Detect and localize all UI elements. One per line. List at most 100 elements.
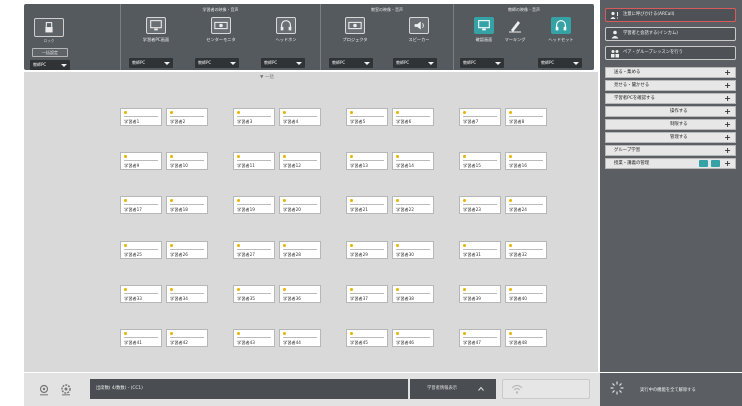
student-pc-tile[interactable]: 学習者12 [279,152,321,170]
status-dot [463,111,466,114]
student-pc-tile[interactable]: 学習者21 [346,196,388,214]
select-center-monitor[interactable]: 教師PC [195,58,239,68]
student-pc-tile[interactable]: 学習者34 [166,285,208,303]
tool-headphone[interactable]: ヘッドホン [261,17,311,43]
learner-info-display-button[interactable]: 学習者情報表示 [410,379,496,399]
student-name: 学習者35 [237,296,255,301]
menu-group-learning[interactable]: グループ学習 + [605,145,736,156]
student-pc-tile[interactable]: 学習者23 [459,196,501,214]
student-pc-tile[interactable]: 学習者39 [459,285,501,303]
student-pc-tile[interactable]: 学習者33 [120,285,162,303]
tool-center-monitor[interactable]: センターモニタ [196,17,246,43]
menu-operate[interactable]: 操作する + [605,106,736,117]
student-pc-tile[interactable]: 学習者19 [233,196,275,214]
intercom-button[interactable]: 学習者と会話する(インカム) [605,27,736,41]
all-settings-button[interactable]: 一括設定 [32,48,68,57]
status-dot [283,155,286,158]
lock-button[interactable] [34,18,64,37]
student-pc-tile[interactable]: 学習者48 [505,329,547,347]
tool-headset[interactable]: ヘッドセット [536,17,586,43]
arcall-button[interactable]: 注意に呼びかける(ARCall) [605,8,736,22]
student-pc-tile[interactable]: 学習者35 [233,285,275,303]
select-headset[interactable]: 教師PC [538,58,582,68]
student-name: 学習者20 [283,207,301,212]
feed-icon[interactable] [699,160,708,167]
student-pc-tile[interactable]: 学習者30 [392,241,434,259]
student-name: 学習者16 [509,163,527,168]
student-pc-tile[interactable]: 学習者10 [166,152,208,170]
student-pc-tile[interactable]: 学習者22 [392,196,434,214]
student-pc-tile[interactable]: 学習者36 [279,285,321,303]
student-pc-tile[interactable]: 学習者27 [233,241,275,259]
student-pc-tile[interactable]: 学習者28 [279,241,321,259]
status-dot [237,288,240,291]
student-pc-tile[interactable]: 学習者26 [166,241,208,259]
student-pc-tile[interactable]: 学習者15 [459,152,501,170]
release-all-area[interactable]: 実行中の機能を全て解除する [600,373,742,406]
menu-label: 授業・講義の管理 [614,161,650,166]
collapse-toggle[interactable]: ▼ 一括 [260,74,274,80]
student-name: 学習者17 [124,207,142,212]
divider [237,116,271,117]
student-pc-tile[interactable]: 学習者38 [392,285,434,303]
student-pc-tile[interactable]: 学習者32 [505,241,547,259]
student-pc-tile[interactable]: 学習者40 [505,285,547,303]
student-pc-tile[interactable]: 学習者6 [392,108,434,126]
student-pc-tile[interactable]: 学習者14 [392,152,434,170]
student-pc-tile[interactable]: 学習者37 [346,285,388,303]
select-confirm-screen[interactable]: 教師PC [460,58,504,68]
all-settings-select[interactable]: 教師PC [30,60,70,70]
select-projector[interactable]: 教師PC [329,58,373,68]
pen-icon[interactable] [711,160,720,167]
gear-icon[interactable] [60,383,72,397]
student-pc-tile[interactable]: 学習者13 [346,152,388,170]
select-speaker[interactable]: 教師PC [393,58,437,68]
student-pc-tile[interactable]: 学習者4 [279,108,321,126]
student-pc-tile[interactable]: 学習者46 [392,329,434,347]
student-pc-tile[interactable]: 学習者47 [459,329,501,347]
student-pc-tile[interactable]: 学習者43 [233,329,275,347]
status-dot [170,155,173,158]
student-pc-tile[interactable]: 学習者44 [279,329,321,347]
select-headphone[interactable]: 教師PC [261,58,305,68]
tool-speaker[interactable]: スピーカー [394,17,444,43]
menu-show-listen[interactable]: 見せる・聞かせる + [605,80,736,91]
menu-class-management[interactable]: 授業・講義の管理 + [605,158,736,169]
group-lesson-label: ペア・グループレッスンを行う [623,50,683,55]
student-pc-tile[interactable]: 学習者17 [120,196,162,214]
student-pc-tile[interactable]: 学習者41 [120,329,162,347]
student-pc-tile[interactable]: 学習者16 [505,152,547,170]
group-lesson-button[interactable]: ペア・グループレッスンを行う [605,46,736,60]
student-name: 学習者31 [463,252,481,257]
student-pc-tile[interactable]: 学習者20 [279,196,321,214]
tool-marking[interactable]: マーキング [500,17,530,43]
wireless-button[interactable] [502,379,590,399]
student-pc-tile[interactable]: 学習者11 [233,152,275,170]
student-pc-tile[interactable]: 学習者9 [120,152,162,170]
tool-projector[interactable]: プロジェクタ [330,17,380,43]
settings-icon[interactable] [38,383,50,397]
student-pc-tile[interactable]: 学習者45 [346,329,388,347]
divider [396,293,430,294]
student-pc-tile[interactable]: 学習者1 [120,108,162,126]
select-learner-pc[interactable]: 教師PC [129,58,173,68]
menu-check-learner-pc[interactable]: 学習者PCを確認する + [605,93,736,104]
student-pc-tile[interactable]: 学習者8 [505,108,547,126]
student-pc-tile[interactable]: 学習者7 [459,108,501,126]
status-dot [283,288,286,291]
student-name: 学習者43 [237,340,255,345]
tool-learner-pc-screen[interactable]: 学習者PC画面 [131,17,181,43]
student-pc-tile[interactable]: 学習者2 [166,108,208,126]
student-pc-tile[interactable]: 学習者5 [346,108,388,126]
student-pc-tile[interactable]: 学習者24 [505,196,547,214]
student-pc-tile[interactable]: 学習者42 [166,329,208,347]
divider [124,293,158,294]
student-pc-tile[interactable]: 学習者31 [459,241,501,259]
menu-send-collect[interactable]: 送る・集める + [605,67,736,78]
student-pc-tile[interactable]: 学習者3 [233,108,275,126]
student-pc-tile[interactable]: 学習者29 [346,241,388,259]
student-pc-tile[interactable]: 学習者25 [120,241,162,259]
menu-restrict[interactable]: 制限する + [605,119,736,130]
student-pc-tile[interactable]: 学習者18 [166,196,208,214]
menu-manage[interactable]: 管理する + [605,132,736,143]
